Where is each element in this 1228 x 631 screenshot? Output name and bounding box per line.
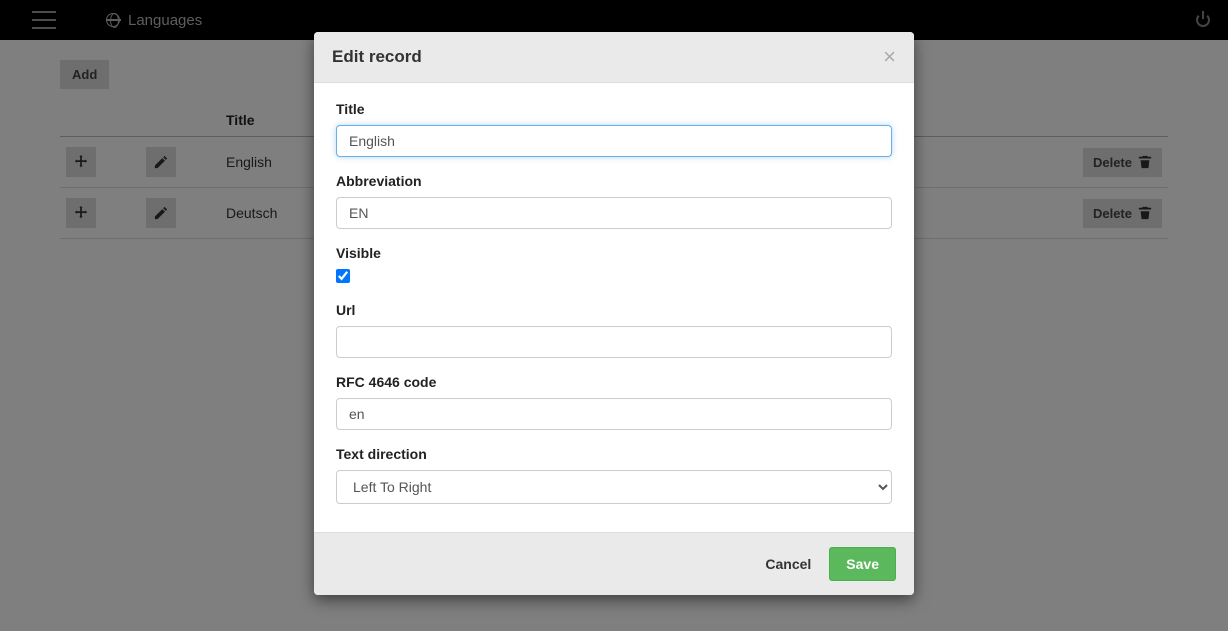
close-icon[interactable]: × bbox=[883, 46, 896, 68]
rfc-code-input[interactable] bbox=[336, 398, 892, 430]
label-rfc: RFC 4646 code bbox=[336, 374, 892, 390]
label-visible: Visible bbox=[336, 245, 892, 261]
modal-footer: Cancel Save bbox=[314, 532, 914, 595]
edit-record-modal: Edit record × Title Abbreviation Visible… bbox=[314, 32, 914, 595]
modal-title: Edit record bbox=[332, 47, 422, 67]
label-direction: Text direction bbox=[336, 446, 892, 462]
cancel-button[interactable]: Cancel bbox=[765, 556, 811, 572]
label-url: Url bbox=[336, 302, 892, 318]
text-direction-select[interactable]: Left To Right bbox=[336, 470, 892, 504]
modal-header: Edit record × bbox=[314, 32, 914, 83]
label-title: Title bbox=[336, 101, 892, 117]
modal-body: Title Abbreviation Visible Url RFC 4646 … bbox=[314, 83, 914, 532]
url-input[interactable] bbox=[336, 326, 892, 358]
visible-checkbox[interactable] bbox=[336, 269, 350, 283]
save-button[interactable]: Save bbox=[829, 547, 896, 581]
label-abbreviation: Abbreviation bbox=[336, 173, 892, 189]
title-input[interactable] bbox=[336, 125, 892, 157]
abbreviation-input[interactable] bbox=[336, 197, 892, 229]
